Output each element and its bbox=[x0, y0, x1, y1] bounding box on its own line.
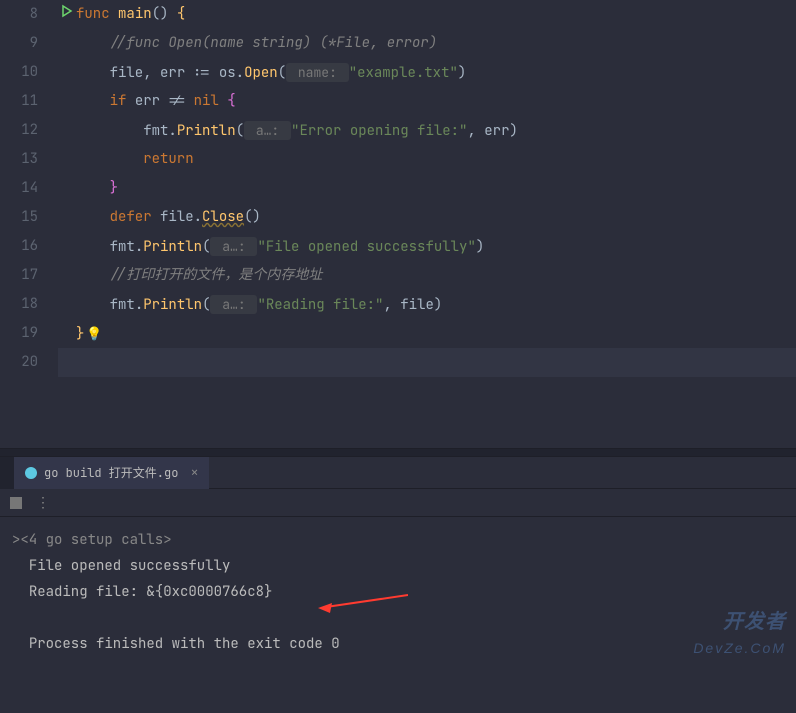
line-number[interactable]: 16 bbox=[0, 232, 50, 261]
line-number[interactable]: 12 bbox=[0, 116, 50, 145]
line-number[interactable]: 20 bbox=[0, 348, 50, 377]
console-output[interactable]: ><4 go setup calls> File opened successf… bbox=[0, 517, 796, 667]
line-gutter: 8 9 10 11 12 13 14 15 16 17 18 19 20 bbox=[0, 0, 58, 448]
bulb-icon[interactable]: 💡 bbox=[86, 319, 102, 348]
code-editor: 8 9 10 11 12 13 14 15 16 17 18 19 20 fun… bbox=[0, 0, 796, 448]
terminal-panel: go build 打开文件.go × ⋮ ><4 go setup calls>… bbox=[0, 457, 796, 713]
terminal-tab-bar: go build 打开文件.go × bbox=[0, 457, 796, 489]
more-icon[interactable]: ⋮ bbox=[36, 494, 50, 512]
line-number[interactable]: 15 bbox=[0, 203, 50, 232]
console-line: Process finished with the exit code 0 bbox=[12, 631, 784, 657]
code-content[interactable]: func main() { //func Open(name string) (… bbox=[58, 0, 796, 448]
tab-label: go build 打开文件.go bbox=[44, 464, 178, 481]
line-number[interactable]: 18 bbox=[0, 290, 50, 319]
line-number[interactable]: 8 bbox=[0, 0, 50, 29]
close-icon[interactable]: × bbox=[190, 464, 198, 482]
stop-icon[interactable] bbox=[10, 497, 22, 509]
line-number[interactable]: 10 bbox=[0, 58, 50, 87]
console-line: File opened successfully bbox=[12, 553, 784, 579]
terminal-tab[interactable]: go build 打开文件.go × bbox=[14, 457, 209, 489]
terminal-toolbar: ⋮ bbox=[0, 489, 796, 517]
go-icon bbox=[24, 466, 38, 480]
line-number[interactable]: 13 bbox=[0, 145, 50, 174]
tab-handle[interactable] bbox=[0, 457, 14, 489]
line-number[interactable]: 14 bbox=[0, 174, 50, 203]
watermark: 开发者 DevZe.CoM bbox=[693, 609, 786, 661]
annotation-arrow bbox=[318, 593, 408, 615]
line-number[interactable]: 17 bbox=[0, 261, 50, 290]
console-line: ><4 go setup calls> bbox=[12, 527, 784, 553]
line-number[interactable]: 19 bbox=[0, 319, 50, 348]
line-number[interactable]: 9 bbox=[0, 29, 50, 58]
line-number[interactable]: 11 bbox=[0, 87, 50, 116]
